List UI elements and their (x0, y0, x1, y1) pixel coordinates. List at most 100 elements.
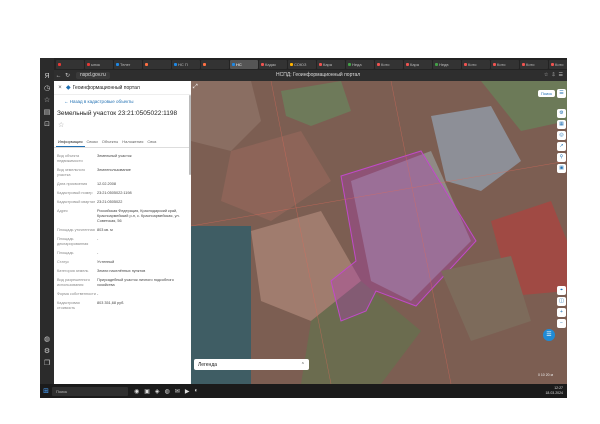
legend-dropdown[interactable]: Легенда ⌃ (194, 359, 309, 370)
browser-tab[interactable]: Кото (549, 59, 567, 69)
panel-tab[interactable]: Связи (85, 137, 100, 147)
taskbar-search[interactable]: Поиск (52, 386, 128, 396)
attribute-row: Форма собственности - (54, 292, 191, 297)
bookmark-icon[interactable]: ☆ (544, 72, 548, 78)
system-clock[interactable]: 12:27 18.03.2024 (545, 386, 563, 395)
panel-tab[interactable]: Информация (56, 137, 85, 147)
app-icon[interactable]: ◐ (194, 388, 198, 395)
browser-tab[interactable]: Кара (404, 59, 432, 69)
media-app-icon[interactable]: ▶ (185, 388, 190, 395)
browser-tab[interactable]: Недв (433, 59, 461, 69)
browser-tab[interactable]: Кото (491, 59, 519, 69)
panel-tab[interactable]: Объекты (100, 137, 121, 147)
app-icon[interactable]: ◈ (155, 388, 160, 395)
tab-label: Кото (526, 61, 535, 67)
panel-tabs: Информация Связи Объекты Наложения Связ (54, 137, 191, 148)
attribute-key: Площадь декларированная (57, 237, 89, 246)
attribute-row: Вид разрешенного использования Приусадебн… (54, 278, 191, 288)
tab-favicon-icon (174, 62, 177, 66)
alice-icon[interactable]: ◍ (43, 336, 51, 344)
chat-icon[interactable]: ☰ (543, 329, 555, 341)
toolbar-icons: ☆ ⇩ ☰ (544, 72, 563, 78)
attribute-value: Учтенный (97, 260, 115, 264)
browser-tab[interactable]: НС (230, 59, 258, 69)
history-icon[interactable]: ◷ (43, 85, 51, 93)
tab-label: Кото (497, 61, 506, 67)
map-nav-controls: ⌖ ◫ + − (557, 286, 566, 328)
back-to-objects-link[interactable]: ← Назад в кадастровые объекты (64, 99, 191, 104)
browser-tab[interactable]: Кара (317, 59, 345, 69)
tab-favicon-icon (348, 62, 351, 66)
attribute-value: - (97, 237, 99, 241)
favorite-star-icon[interactable]: ☆ (58, 121, 191, 129)
windows-start-icon[interactable]: ⊞ (40, 387, 52, 395)
browser-tab[interactable]: Телег (114, 59, 142, 69)
yandex-app-icon[interactable]: ◉ (134, 388, 139, 395)
tab-label: НС П (178, 61, 188, 67)
attribute-key: Площадь (57, 251, 74, 255)
browser-tab[interactable]: Неда (346, 59, 374, 69)
map-search-button[interactable]: Поиск (537, 90, 555, 97)
collections-icon[interactable]: ▤ (43, 109, 51, 117)
tab-favicon-icon (203, 62, 206, 66)
browser-toolbar: ← ↻ nspd.gov.ru НСПД: Геоинформационный … (54, 70, 567, 81)
browser-tab[interactable] (201, 59, 229, 69)
tab-strip: ынок Телег НС П НС Кадас СОЮЗ Кара Неда Кото Кара… (54, 58, 567, 70)
screen: Я ◷ ☆ ▤ ⊡ ◍ ⚙ ❐ ынок Телег НС П НС Кадас СОЮЗ… (40, 58, 567, 398)
share-icon[interactable]: ↗ (557, 142, 566, 151)
tab-favicon-icon (435, 62, 438, 66)
back-arrow-icon[interactable]: ← (54, 73, 63, 79)
attribute-key: Вид земельного участка (57, 168, 86, 177)
favorites-icon[interactable]: ☆ (43, 97, 51, 105)
grid-icon[interactable]: ▦ (557, 120, 566, 129)
tab-favicon-icon (406, 62, 409, 66)
close-icon[interactable]: × (54, 85, 66, 91)
browser-tab[interactable] (56, 59, 84, 69)
mail-app-icon[interactable]: ✉ (175, 388, 180, 395)
expand-panel-icon[interactable]: ⤢ (193, 84, 198, 91)
attribute-row: Площадь - (54, 251, 191, 256)
target-icon[interactable]: ◎ (557, 131, 566, 140)
layers-icon[interactable]: ⚙ (557, 109, 566, 118)
browser-tab[interactable]: Кото (375, 59, 403, 69)
print-icon[interactable]: ▣ (557, 164, 566, 173)
zoom-out-button[interactable]: − (557, 319, 566, 328)
ruler-icon[interactable]: ◫ (557, 297, 566, 306)
browser-tab[interactable]: Кадас (259, 59, 287, 69)
tab-label: Кото (555, 61, 564, 67)
map-view[interactable]: ⤢ Поиск ☰ ⚙ ▦ ◎ ↗ ⚲ ▣ ⌖ ◫ + − ☰ Легенда (191, 81, 567, 384)
tab-label: Кара (410, 61, 420, 67)
browser-tab[interactable]: НС П (172, 59, 200, 69)
app-icon[interactable]: ◍ (165, 388, 170, 395)
download-icon[interactable]: ⇩ (551, 72, 555, 78)
screenshot-icon[interactable]: ⊡ (43, 121, 51, 129)
yandex-icon[interactable]: Я (43, 73, 51, 81)
zoom-in-button[interactable]: + (557, 308, 566, 317)
menu-icon[interactable]: ☰ (559, 72, 563, 78)
browser-tab[interactable]: Кото (462, 59, 490, 69)
tab-favicon-icon (290, 62, 293, 66)
attribute-row: Кадастровая стоимость 803 351,68 руб. (54, 301, 191, 311)
attribute-row: Кадастровый квартал 23:21:0505022 (54, 200, 191, 205)
attribute-key: Статус (57, 260, 70, 264)
attribute-value: - (97, 292, 99, 296)
browser-tab[interactable]: СОЮЗ (288, 59, 316, 69)
reload-icon[interactable]: ↻ (63, 72, 72, 79)
panel-tab[interactable]: Наложения (120, 137, 145, 147)
panel-tab[interactable]: Связ (145, 137, 158, 147)
browser-tab[interactable]: ынок (85, 59, 113, 69)
attribute-row: Вид объекта недвижимости Земельный участо… (54, 154, 191, 164)
measure-icon[interactable]: ⚲ (557, 153, 566, 162)
panels-icon[interactable]: ❐ (43, 360, 51, 368)
explorer-app-icon[interactable]: ▣ (144, 388, 150, 395)
taskbar: ⊞ Поиск ◉ ▣ ◈ ◍ ✉ ▶ ◐ 12:27 18.03.2024 (40, 384, 567, 398)
locate-icon[interactable]: ⌖ (557, 286, 566, 295)
address-bar[interactable]: nspd.gov.ru (76, 72, 110, 79)
taskbar-apps: ◉ ▣ ◈ ◍ ✉ ▶ ◐ (134, 388, 198, 395)
settings-icon[interactable]: ⚙ (43, 348, 51, 356)
tab-favicon-icon (319, 62, 322, 66)
menu-icon[interactable]: ☰ (557, 89, 566, 98)
browser-tab[interactable]: Кото (520, 59, 548, 69)
attribute-value: 23:21:0505022 (97, 200, 123, 204)
browser-tab[interactable] (143, 59, 171, 69)
